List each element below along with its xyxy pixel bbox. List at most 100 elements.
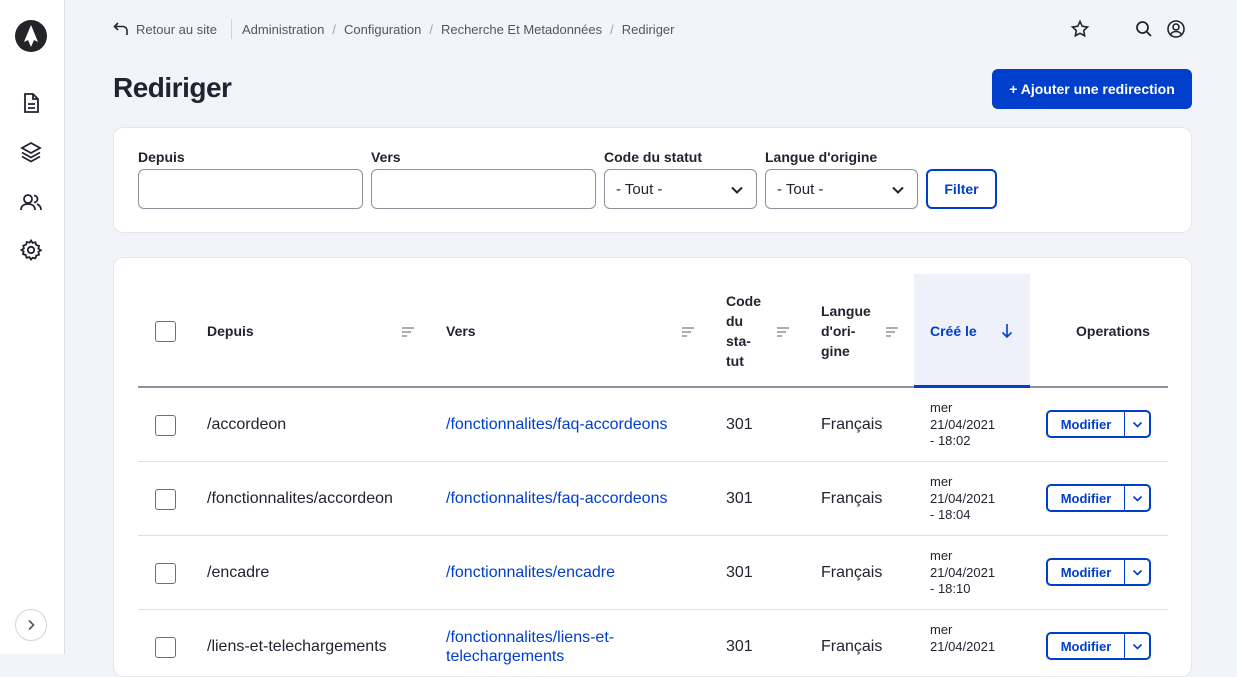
column-header-from[interactable]: Depuis: [207, 321, 254, 341]
file-icon[interactable]: [19, 91, 43, 115]
to-filter-label: Vers: [371, 149, 401, 165]
add-redirect-button[interactable]: + Ajouter une redirection: [992, 69, 1192, 109]
select-all-checkbox[interactable]: [155, 321, 176, 342]
cell-to-link[interactable]: /fonctionnalites/faq-accordeons: [446, 490, 667, 508]
breadcrumb-item-rediriger[interactable]: Rediriger: [622, 22, 675, 37]
language-select-value: - Tout -: [777, 180, 824, 198]
operations-toggle[interactable]: [1126, 634, 1149, 658]
table-header: Depuis Vers Code du sta- tut Langue d'or…: [138, 274, 1168, 388]
cell-to-link[interactable]: /fonctionnalites/liens-et- telechargemen…: [446, 628, 614, 666]
from-filter-input[interactable]: [138, 169, 363, 209]
sidebar-expand-button[interactable]: [15, 609, 47, 641]
date-line: 21/04/2021: [930, 638, 996, 654]
chevron-down-icon: [731, 186, 743, 194]
edit-button[interactable]: Modifier: [1048, 486, 1125, 510]
sort-icon[interactable]: [885, 326, 899, 338]
page-title: Rediriger: [113, 72, 232, 103]
cell-from: /fonctionnalites/accordeon: [207, 490, 393, 507]
cell-language: Français: [821, 416, 883, 433]
cell-to-link[interactable]: /fonctionnalites/faq-accordeons: [446, 416, 667, 434]
operations-toggle[interactable]: [1126, 412, 1149, 436]
breadcrumb-separator: /: [429, 21, 433, 37]
breadcrumb-separator: /: [610, 21, 614, 37]
from-filter-label: Depuis: [138, 149, 185, 165]
sort-icon[interactable]: [401, 326, 415, 338]
back-to-site-link[interactable]: Retour au site: [113, 18, 217, 40]
sort-icon[interactable]: [681, 326, 695, 338]
column-header-to[interactable]: Vers: [446, 321, 476, 341]
gear-icon[interactable]: [19, 238, 43, 262]
link-line: telechargements: [446, 648, 565, 665]
cell-from: /encadre: [207, 564, 270, 581]
chevron-down-icon: [1132, 421, 1143, 428]
date-line: mer: [930, 622, 953, 637]
cell-from: /accordeon: [207, 416, 287, 433]
header-line: sta-: [726, 333, 751, 349]
cell-created: mer 21/04/2021 - 18:10: [930, 548, 995, 598]
breadcrumb-item-administration[interactable]: Administration: [242, 22, 324, 37]
cell-status: 301: [726, 638, 753, 655]
table-row: /liens-et-telechargements /fonctionnalit…: [138, 610, 1168, 676]
user-icon[interactable]: [1166, 19, 1186, 39]
date-line: - 18:02: [930, 433, 971, 448]
star-icon[interactable]: [1070, 19, 1090, 39]
header-line: d'ori-: [821, 323, 856, 339]
column-header-language[interactable]: Langue d'ori- gine: [821, 301, 871, 361]
arrow-down-icon[interactable]: [1001, 323, 1013, 339]
chevron-down-icon: [1132, 569, 1143, 576]
column-header-operations: Operations: [1076, 323, 1150, 339]
date-line: mer: [930, 548, 953, 563]
operations-dropbutton: Modifier: [1046, 558, 1151, 586]
row-checkbox[interactable]: [155, 637, 176, 658]
operations-dropbutton: Modifier: [1046, 484, 1151, 512]
date-line: 21/04/2021: [930, 564, 996, 580]
table-row: /fonctionnalites/accordeon /fonctionnali…: [138, 462, 1168, 536]
header-line: Code: [726, 293, 761, 309]
date-line: 21/04/2021: [930, 416, 996, 432]
sort-icon[interactable]: [776, 326, 790, 338]
redirects-table: Depuis Vers Code du sta- tut Langue d'or…: [113, 257, 1192, 677]
header-line: gine: [821, 343, 850, 359]
cell-to-link[interactable]: /fonctionnalites/encadre: [446, 564, 615, 582]
to-filter-input[interactable]: [371, 169, 596, 209]
header-line: Langue: [821, 303, 871, 319]
date-line: - 18:04: [930, 507, 971, 522]
table-row: /encadre /fonctionnalites/encadre 301 Fr…: [138, 536, 1168, 610]
cell-from: /liens-et-telechargements: [207, 638, 387, 655]
breadcrumb-item-configuration[interactable]: Configuration: [344, 22, 421, 37]
sidebar: [0, 0, 65, 654]
top-bar: Retour au site Administration / Configur…: [113, 18, 1193, 40]
status-code-select-value: - Tout -: [616, 180, 663, 198]
cell-language: Français: [821, 638, 883, 655]
chevron-right-icon: [28, 619, 35, 631]
date-line: mer: [930, 400, 953, 415]
date-line: mer: [930, 474, 953, 489]
back-to-site-label: Retour au site: [136, 21, 217, 37]
chevron-down-icon: [1132, 643, 1143, 650]
column-header-created[interactable]: Créé le: [930, 321, 977, 341]
search-icon[interactable]: [1134, 19, 1154, 39]
date-line: 21/04/2021: [930, 490, 996, 506]
row-checkbox[interactable]: [155, 415, 176, 436]
operations-toggle[interactable]: [1126, 486, 1149, 510]
layers-icon[interactable]: [19, 140, 43, 164]
cell-status: 301: [726, 564, 753, 581]
filter-button[interactable]: Filter: [926, 169, 997, 209]
edit-button[interactable]: Modifier: [1048, 412, 1125, 436]
language-select[interactable]: - Tout -: [765, 169, 918, 209]
breadcrumb-item-recherche[interactable]: Recherche Et Metadonnées: [441, 22, 602, 37]
people-icon[interactable]: [19, 190, 43, 214]
row-checkbox[interactable]: [155, 489, 176, 510]
operations-toggle[interactable]: [1126, 560, 1149, 584]
header-line: tut: [726, 353, 744, 369]
edit-button[interactable]: Modifier: [1048, 560, 1125, 584]
chevron-down-icon: [1132, 495, 1143, 502]
column-header-status[interactable]: Code du sta- tut: [726, 291, 761, 371]
edit-button[interactable]: Modifier: [1048, 634, 1125, 658]
cell-status: 301: [726, 490, 753, 507]
drupal-logo-icon[interactable]: [15, 20, 47, 52]
row-checkbox[interactable]: [155, 563, 176, 584]
status-code-select[interactable]: - Tout -: [604, 169, 757, 209]
operations-dropbutton: Modifier: [1046, 632, 1151, 660]
cell-created: mer 21/04/2021 - 18:04: [930, 474, 995, 524]
